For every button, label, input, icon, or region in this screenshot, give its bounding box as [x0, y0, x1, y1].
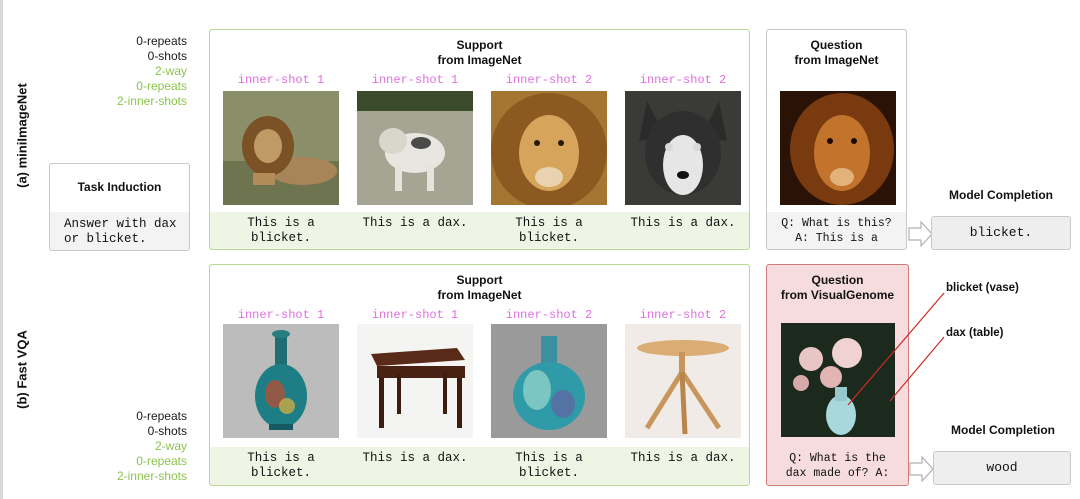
- shot-label: inner-shot 2: [505, 73, 593, 87]
- shot-caption: This is a blicket.: [247, 216, 315, 245]
- shot-caption: This is a blicket.: [515, 451, 583, 480]
- task-induction-text: Answer with dax or blicket.: [64, 217, 177, 246]
- dax-annotation: dax (table): [946, 327, 1004, 339]
- meta-line: 0-repeats: [136, 409, 187, 423]
- glass-vase-image: [491, 324, 607, 438]
- meta-line: 0-repeats: [136, 79, 187, 93]
- shot-label: inner-shot 2: [639, 73, 727, 87]
- shot-label: inner-shot 1: [371, 73, 459, 87]
- arrow-icon: [908, 220, 933, 248]
- husky-face-image: [625, 91, 741, 205]
- meta-line: 0-repeats: [136, 34, 187, 48]
- arrow-icon: [909, 455, 934, 483]
- question-box-a: Question from ImageNet Q: What is this? …: [766, 29, 907, 250]
- support-title-a: Support from ImageNet: [437, 38, 522, 67]
- shot-caption: This is a dax.: [630, 216, 736, 230]
- meta-line: 2-way: [154, 64, 187, 78]
- meta-line: 2-inner-shots: [116, 94, 187, 108]
- meta-line: 2-way: [154, 439, 187, 453]
- support-title-b: Support from ImageNet: [437, 273, 522, 302]
- completion-box-a: blicket.: [931, 216, 1071, 250]
- shot-label: inner-shot 2: [505, 308, 593, 322]
- shot-label: inner-shot 1: [237, 73, 325, 87]
- shot-caption: This is a blicket.: [247, 451, 315, 480]
- support-box-a: Support from ImageNet inner-shot 1 inner…: [209, 29, 750, 250]
- shot-caption: This is a blicket.: [515, 216, 583, 245]
- blicket-annotation: blicket (vase): [946, 282, 1019, 294]
- meta-settings-a: 0-repeats 0-shots 2-way 0-repeats 2-inne…: [80, 34, 187, 109]
- dog-walking-image: [357, 91, 473, 205]
- meta-line: 0-repeats: [136, 454, 187, 468]
- completion-box-b: wood: [933, 451, 1071, 485]
- task-induction-title: Task Induction: [77, 180, 162, 194]
- shot-caption: This is a dax.: [630, 451, 736, 465]
- meta-settings-b: 0-repeats 0-shots 2-way 0-repeats 2-inne…: [80, 409, 187, 484]
- question-text-b: Q: What is the dax made of? A:: [785, 452, 890, 480]
- shot-label: inner-shot 1: [237, 308, 325, 322]
- shot-caption: This is a dax.: [362, 216, 468, 230]
- meta-line: 2-inner-shots: [116, 469, 187, 483]
- shot-caption: This is a dax.: [362, 451, 468, 465]
- annotation-lines: [847, 292, 945, 406]
- question-text-a: Q: What is this? A: This is a: [781, 217, 892, 245]
- question-title-a: Question from ImageNet: [794, 38, 879, 67]
- lion-portrait-image: [780, 91, 896, 205]
- ornate-vase-image: [223, 324, 339, 438]
- completion-title-a: Model Completion: [949, 188, 1053, 202]
- shot-label: inner-shot 2: [639, 308, 727, 322]
- row-label-a: (a) miniImageNet: [14, 83, 30, 188]
- meta-line: 0-shots: [147, 424, 187, 438]
- support-box-b: Support from ImageNet inner-shot 1 inner…: [209, 264, 750, 486]
- blicket-pointer-line: [847, 292, 945, 406]
- meta-line: 0-shots: [147, 49, 187, 63]
- completion-title-b: Model Completion: [951, 423, 1055, 437]
- task-induction-box: Task Induction Answer with dax or blicke…: [49, 163, 190, 251]
- row-label-b: (b) Fast VQA: [14, 330, 30, 409]
- shot-label: inner-shot 1: [371, 308, 459, 322]
- lion-face-image: [491, 91, 607, 205]
- wooden-table-image: [357, 324, 473, 438]
- lion-lying-image: [223, 91, 339, 205]
- left-edge-bar: [0, 0, 3, 499]
- round-table-image: [625, 324, 741, 438]
